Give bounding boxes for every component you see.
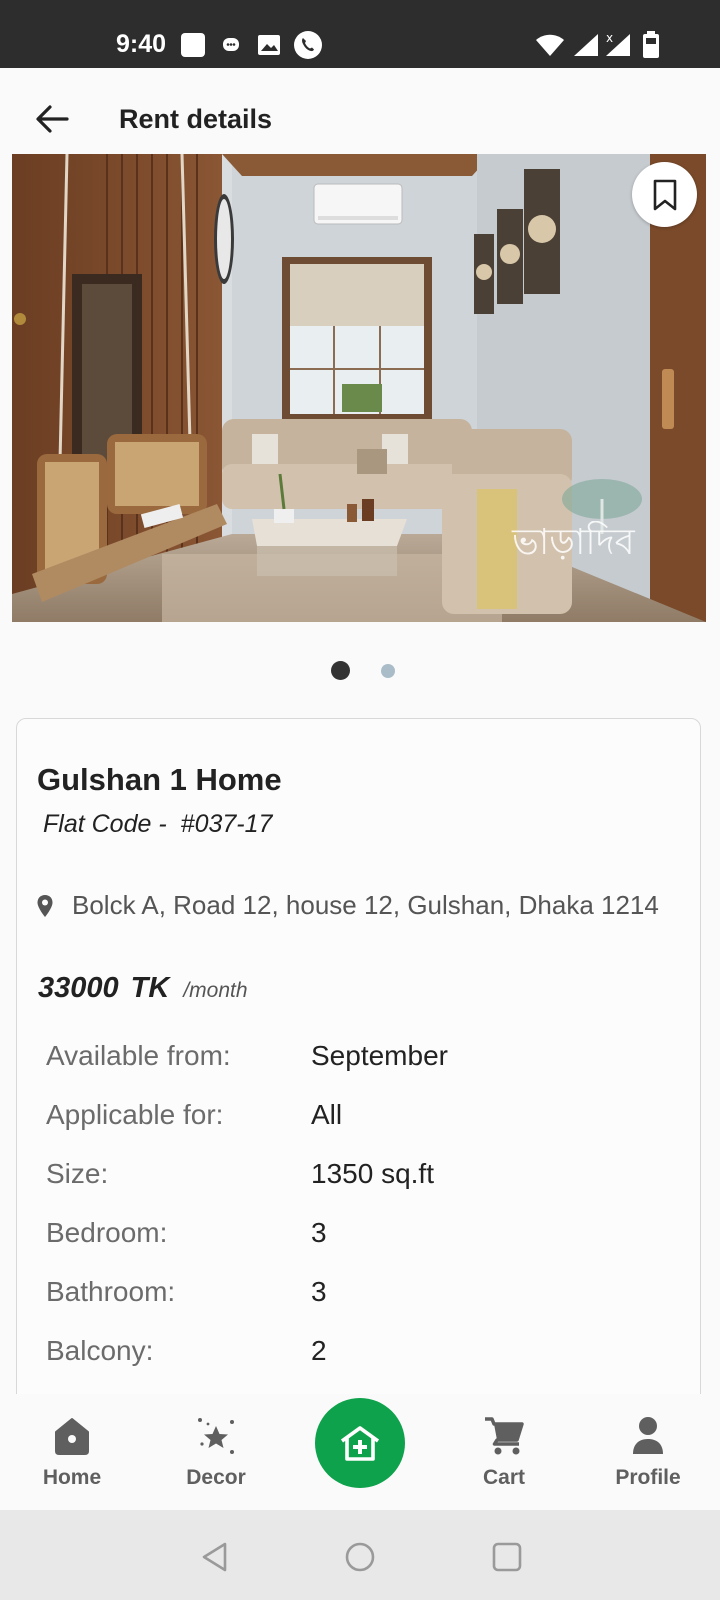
nav-item-profile[interactable]: Profile bbox=[593, 1414, 703, 1504]
system-home-icon[interactable] bbox=[343, 1540, 377, 1574]
detail-label: Balcony: bbox=[46, 1335, 154, 1366]
address-text: Bolck A, Road 12, house 12, Gulshan, Dha… bbox=[72, 890, 659, 920]
price-period: /month bbox=[183, 979, 248, 1002]
image-icon bbox=[258, 35, 280, 55]
nav-label: Decor bbox=[186, 1466, 246, 1489]
status-bar: 9:40 x bbox=[0, 0, 720, 68]
address: Bolck A, Road 12, house 12, Gulshan, Dha… bbox=[36, 890, 659, 921]
detail-row-bathroom: Bathroom: 3 bbox=[46, 1276, 666, 1316]
detail-row-size: Size: 1350 sq.ft bbox=[46, 1158, 666, 1198]
detail-value: September bbox=[311, 1040, 448, 1071]
nav-item-cart[interactable]: Cart bbox=[449, 1414, 559, 1504]
carousel-indicator bbox=[0, 660, 720, 680]
watermark-text: ভাড়াদিব bbox=[511, 521, 636, 563]
flat-code: Flat Code - #037-17 bbox=[43, 810, 272, 839]
detail-value: 1350 sq.ft bbox=[311, 1158, 434, 1189]
detail-label: Bathroom: bbox=[46, 1276, 176, 1307]
nav-label: Home bbox=[42, 1466, 102, 1489]
property-title: Gulshan 1 Home bbox=[37, 762, 282, 797]
decor-stars-icon bbox=[198, 1418, 234, 1454]
detail-row-bedroom: Bedroom: 3 bbox=[46, 1217, 666, 1257]
system-back-icon[interactable] bbox=[198, 1540, 232, 1574]
nav-item-home[interactable]: Home bbox=[17, 1414, 127, 1504]
page-title: Rent details bbox=[119, 104, 273, 134]
detail-label: Available from: bbox=[46, 1040, 231, 1071]
square-notification-icon bbox=[181, 33, 205, 57]
detail-label: Bedroom: bbox=[46, 1217, 168, 1248]
nav-label: Profile bbox=[615, 1466, 681, 1489]
property-photo[interactable]: ভাড়াদিব bbox=[12, 154, 706, 622]
system-recents-icon[interactable] bbox=[490, 1540, 524, 1574]
app-bar: Rent details bbox=[0, 68, 720, 152]
price-currency: TK bbox=[130, 972, 170, 1004]
add-listing-fab[interactable] bbox=[315, 1398, 405, 1488]
watermark-logo: ভাড়াদিব bbox=[511, 479, 642, 563]
price-amount: 33000 bbox=[38, 972, 119, 1004]
detail-label: Size: bbox=[46, 1158, 109, 1189]
flat-code-label: Flat Code - bbox=[43, 810, 167, 838]
signal-icon bbox=[574, 34, 598, 56]
phone-icon bbox=[294, 31, 322, 59]
detail-value: All bbox=[311, 1099, 343, 1130]
status-time: 9:40 bbox=[116, 30, 167, 58]
price: 33000 TK /month bbox=[38, 972, 248, 1005]
battery-icon bbox=[643, 31, 659, 58]
cart-icon bbox=[485, 1417, 524, 1455]
nav-item-decor[interactable]: Decor bbox=[161, 1414, 271, 1504]
svg-text:x: x bbox=[606, 31, 613, 45]
add-home-icon bbox=[340, 1426, 380, 1461]
arrow-left-icon[interactable] bbox=[34, 104, 70, 134]
location-pin-icon bbox=[37, 894, 53, 917]
signal-no-data-icon: x bbox=[606, 31, 630, 56]
detail-row-available: Available from: September bbox=[46, 1040, 666, 1080]
detail-value: 2 bbox=[311, 1335, 327, 1366]
bookmark-icon bbox=[653, 179, 676, 210]
system-navigation-bar bbox=[0, 1510, 720, 1600]
carousel-dot-active[interactable] bbox=[331, 661, 350, 680]
detail-label: Applicable for: bbox=[46, 1099, 224, 1130]
profile-icon bbox=[633, 1417, 663, 1454]
wifi-icon bbox=[536, 34, 564, 56]
carousel-dot[interactable] bbox=[381, 664, 395, 678]
home-icon bbox=[55, 1418, 89, 1455]
bookmark-button[interactable] bbox=[632, 162, 697, 227]
detail-value: 3 bbox=[311, 1217, 327, 1248]
nav-label: Cart bbox=[482, 1466, 525, 1489]
detail-row-applicable: Applicable for: All bbox=[46, 1099, 666, 1139]
detail-value: 3 bbox=[311, 1276, 327, 1307]
flat-code-value: #037-17 bbox=[180, 810, 273, 838]
chat-icon bbox=[223, 38, 239, 51]
detail-row-balcony: Balcony: 2 bbox=[46, 1335, 666, 1375]
